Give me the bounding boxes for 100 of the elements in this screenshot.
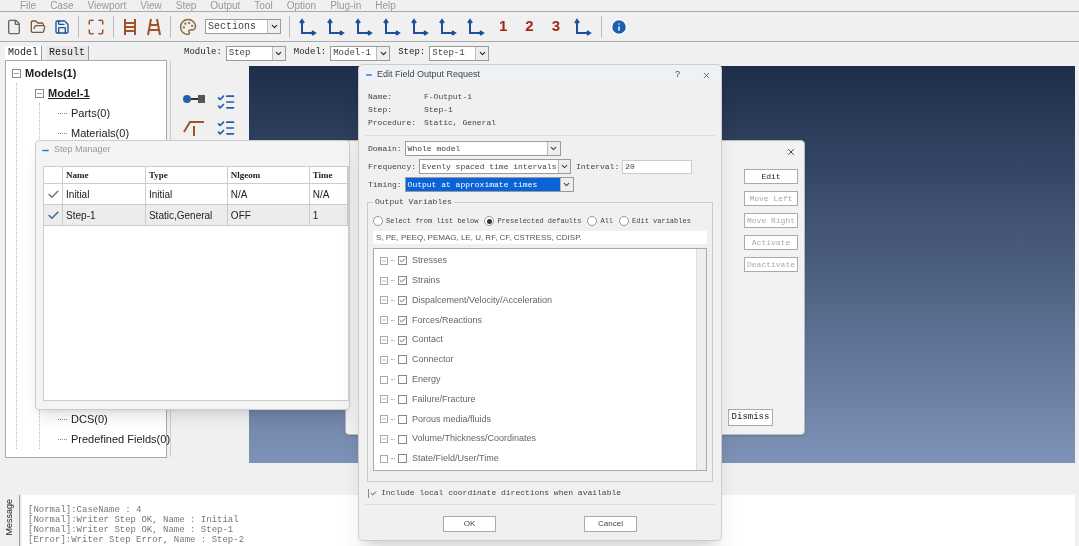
axis-view-icon[interactable]: [438, 17, 458, 36]
dialog-button[interactable]: Cancel: [584, 516, 637, 532]
checkbox[interactable]: [398, 276, 407, 286]
variable-label[interactable]: Failure/Fracture: [412, 392, 476, 407]
radio-button[interactable]: [373, 216, 383, 226]
checkbox[interactable]: [398, 434, 407, 444]
variable-label[interactable]: Connector: [412, 353, 454, 367]
table-row[interactable]: Initial Initial N/A N/A: [44, 184, 348, 205]
tree-item[interactable]: DCS(0): [71, 410, 108, 428]
column-header[interactable]: Nlgeom: [227, 167, 310, 183]
radio-button[interactable]: [587, 216, 598, 226]
info-icon[interactable]: [610, 17, 629, 36]
table-cell: N/A: [227, 184, 310, 204]
rail-icon[interactable]: [146, 17, 162, 36]
variable-label[interactable]: Forces/Reactions: [412, 313, 483, 328]
axis-view-icon[interactable]: [354, 17, 374, 36]
table-cell: 1: [309, 205, 348, 225]
close-icon[interactable]: [786, 147, 796, 157]
new-file-icon[interactable]: [6, 18, 22, 35]
variable-label[interactable]: Energy: [412, 372, 441, 387]
domain-select[interactable]: Whole model: [404, 141, 561, 156]
info-label: Step:: [368, 104, 393, 116]
view-number-button[interactable]: 3: [546, 15, 566, 38]
checkbox[interactable]: [398, 335, 407, 345]
context-select[interactable]: Step-1: [429, 45, 490, 61]
table-row[interactable]: Step-1 Static,General OFF 1: [44, 205, 348, 226]
context-select[interactable]: Step: [225, 45, 286, 61]
leaf-marker-icon[interactable]: [380, 375, 388, 384]
context-select[interactable]: Model-1: [330, 45, 391, 61]
palette-icon[interactable]: [179, 17, 197, 36]
axis-view-icon[interactable]: [573, 17, 594, 36]
leaf-marker-icon[interactable]: [380, 454, 388, 463]
expand-toggle-icon[interactable]: [380, 276, 388, 285]
variable-label[interactable]: Contact: [412, 333, 444, 347]
open-folder-icon[interactable]: [30, 18, 46, 35]
timing-select[interactable]: Output at approximate times: [404, 177, 574, 192]
variable-label[interactable]: Volume/Thickness/Coordinates: [412, 432, 537, 446]
radio-button[interactable]: [619, 216, 630, 226]
checkbox[interactable]: [398, 256, 407, 266]
expand-toggle-icon[interactable]: [380, 336, 388, 345]
tree-item[interactable]: Model-1: [48, 84, 90, 102]
checkbox[interactable]: [398, 414, 407, 424]
expand-toggle-icon[interactable]: [380, 435, 388, 444]
panel-tab[interactable]: Result: [46, 46, 90, 60]
collapse-toggle-icon[interactable]: [35, 88, 44, 98]
variable-label[interactable]: Strains: [412, 273, 440, 288]
variables-field[interactable]: S, PE, PEEQ, PEMAG, LE, U, RF, CF, CSTRESS, CDISP.: [373, 231, 707, 244]
tree-item[interactable]: Models(1): [25, 64, 77, 82]
manager-list-icon[interactable]: [216, 92, 236, 112]
expand-toggle-icon[interactable]: [380, 395, 388, 404]
checkbox[interactable]: [398, 375, 407, 385]
step-flow-icon[interactable]: [182, 92, 206, 106]
close-icon[interactable]: [702, 70, 711, 80]
help-button[interactable]: ?: [675, 68, 680, 82]
section-select[interactable]: Sections: [205, 19, 281, 34]
ladder-icon[interactable]: [122, 17, 138, 36]
axis-view-icon[interactable]: [382, 17, 402, 36]
expand-toggle-icon[interactable]: [380, 256, 388, 265]
variable-label[interactable]: Dispalcement/Velocity/Acceleration: [412, 293, 553, 308]
tree-item[interactable]: Materials(0): [71, 124, 130, 142]
checkbox[interactable]: [398, 296, 407, 305]
variable-label[interactable]: Porous media/fluids: [412, 412, 492, 426]
expand-toggle-icon[interactable]: [380, 415, 388, 424]
tree-item[interactable]: Parts(0): [71, 104, 111, 122]
tree-item[interactable]: Predefined Fields(0): [71, 430, 171, 448]
dialog-button[interactable]: OK: [443, 516, 496, 532]
axis-view-icon[interactable]: [326, 17, 346, 36]
message-tab[interactable]: Message: [0, 495, 20, 546]
interval-field[interactable]: 20: [622, 159, 693, 174]
axis-view-icon[interactable]: [298, 17, 318, 36]
axis-view-icon[interactable]: [410, 17, 430, 36]
frequency-select[interactable]: Evenly spaced time intervals: [419, 159, 571, 174]
manager-list-icon[interactable]: [216, 118, 236, 138]
column-header[interactable]: Name: [63, 167, 146, 183]
expand-toggle-icon[interactable]: [380, 316, 388, 325]
fit-view-icon[interactable]: [87, 17, 105, 36]
variable-label[interactable]: State/Field/User/Time: [412, 452, 499, 466]
field-label: Domain:: [368, 142, 402, 155]
panel-tab[interactable]: Model: [5, 46, 42, 60]
manager-button[interactable]: Edit: [744, 169, 798, 184]
view-number-button[interactable]: 2: [520, 15, 539, 38]
checkbox[interactable]: [398, 315, 407, 325]
radio-button[interactable]: [484, 216, 495, 226]
column-header[interactable]: Type: [145, 167, 228, 183]
scrollbar[interactable]: [696, 249, 706, 470]
collapse-toggle-icon[interactable]: [12, 68, 21, 78]
expand-toggle-icon[interactable]: [380, 355, 388, 364]
checkbox[interactable]: [368, 488, 377, 498]
load-icon[interactable]: [182, 118, 206, 138]
view-number-button[interactable]: 1: [494, 15, 513, 38]
axis-view-icon[interactable]: [466, 17, 486, 36]
checkbox[interactable]: [398, 355, 407, 365]
checkbox[interactable]: [398, 394, 407, 404]
checkbox[interactable]: [398, 454, 407, 464]
dismiss-button[interactable]: Dismiss: [728, 409, 773, 426]
column-header[interactable]: Time: [309, 167, 348, 183]
expand-toggle-icon[interactable]: [380, 296, 388, 305]
checkbox-label[interactable]: Include local coordinate directions when available: [381, 487, 622, 499]
save-icon[interactable]: [54, 18, 70, 35]
variable-label[interactable]: Stresses: [412, 254, 447, 268]
